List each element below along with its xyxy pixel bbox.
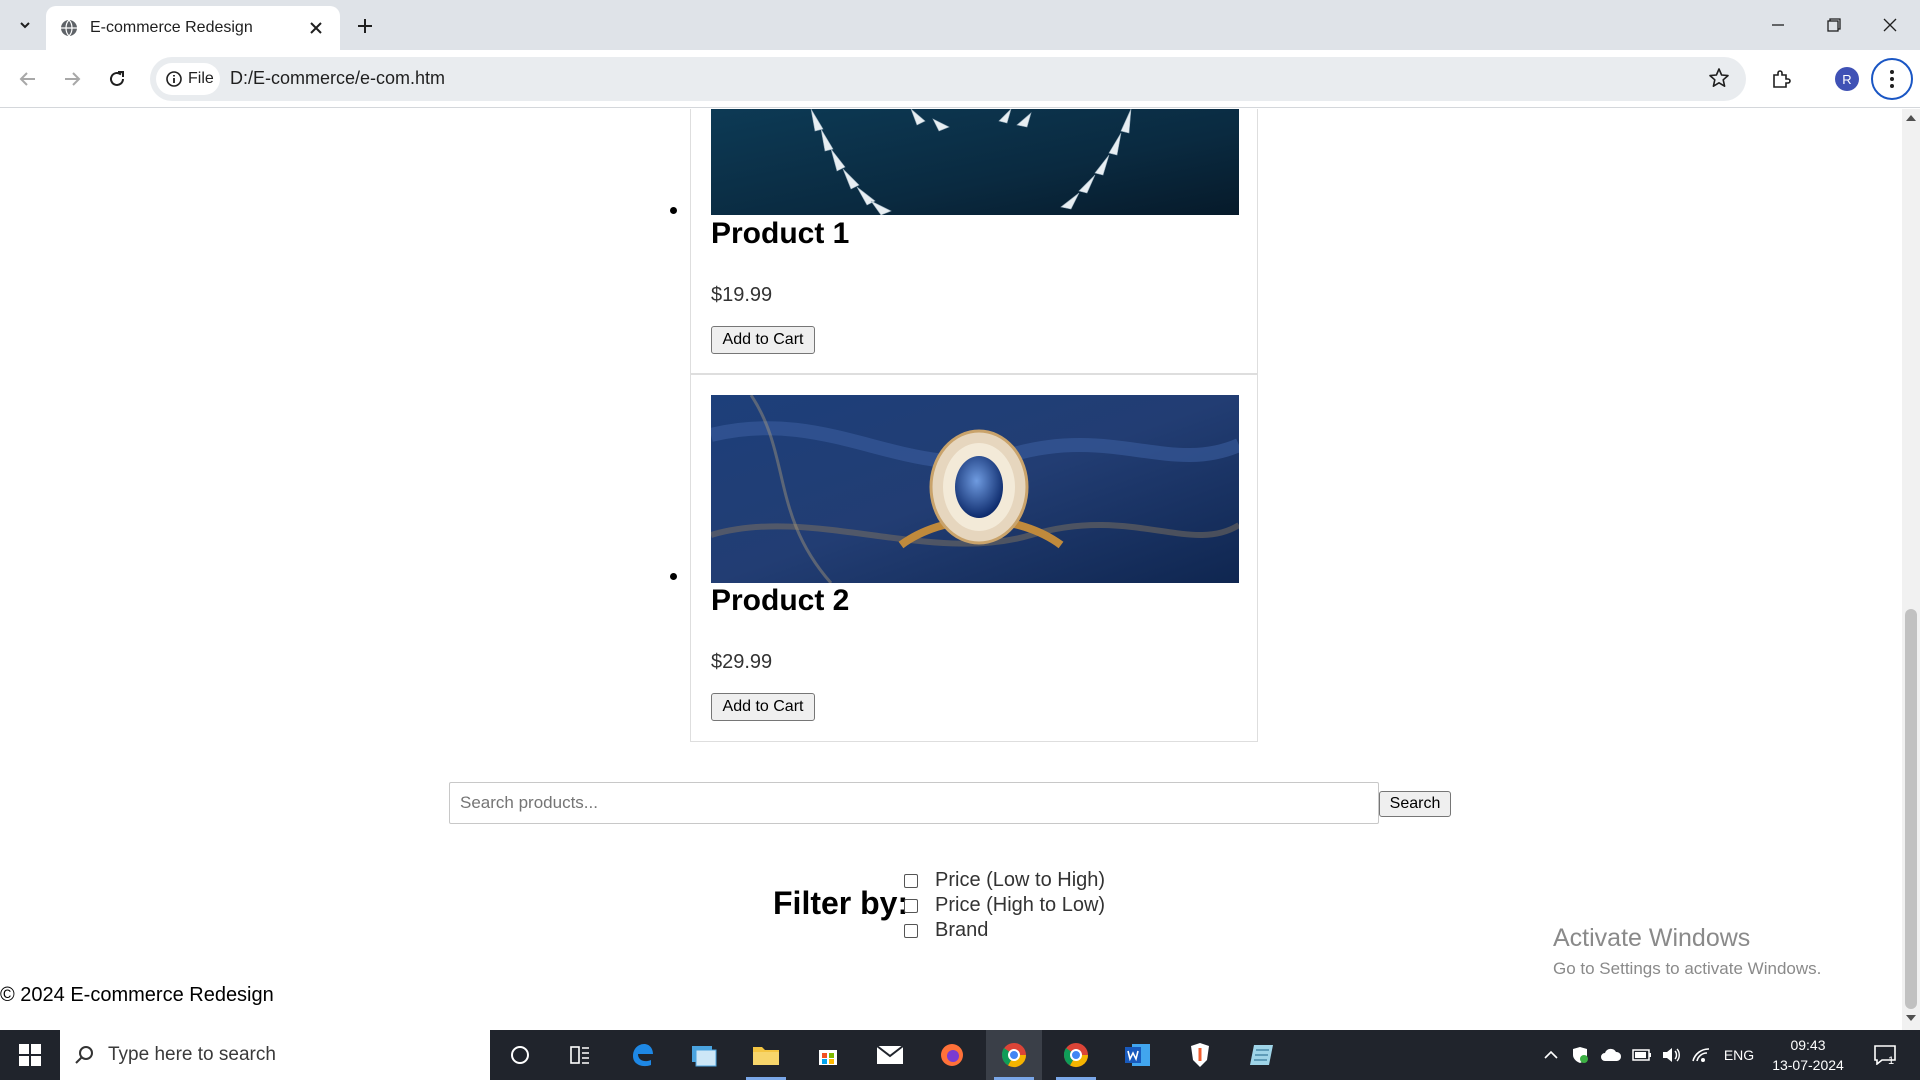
filter-option-label: Price (Low to High)	[935, 869, 1106, 891]
scrollbar-thumb[interactable]	[1905, 609, 1917, 1009]
show-hidden-icons-chevron-icon[interactable]	[1540, 1030, 1562, 1080]
taskbar-clock[interactable]: 09:43 13-07-2024	[1766, 1035, 1850, 1075]
product-card-2: Product 2 $29.99 Add to Cart	[690, 374, 1258, 742]
mail-icon[interactable]	[862, 1030, 918, 1080]
input-language[interactable]: ENG	[1718, 1030, 1760, 1080]
scroll-down-arrow-icon[interactable]	[1906, 1015, 1916, 1021]
clock-date: 13-07-2024	[1772, 1057, 1844, 1073]
close-window-icon[interactable]	[1862, 0, 1918, 50]
tab-bar: E-commerce Redesign	[0, 0, 1920, 50]
filter-option-label: Price (High to Low)	[935, 894, 1106, 916]
bookmark-star-icon[interactable]	[1708, 67, 1732, 91]
word-icon[interactable]	[1110, 1030, 1166, 1080]
filter-label: Filter by:	[773, 885, 909, 921]
checkbox[interactable]	[904, 873, 918, 888]
url-text[interactable]: D:/E-commerce/e-com.htm	[230, 68, 445, 89]
volume-icon[interactable]	[1658, 1030, 1684, 1080]
active-tab[interactable]: E-commerce Redesign	[46, 6, 340, 50]
firefox-icon[interactable]	[924, 1030, 980, 1080]
filter-option-label: Brand	[935, 919, 989, 941]
product-1-image	[711, 109, 1239, 215]
tab-title: E-commerce Redesign	[90, 19, 253, 36]
page-viewport: Product 1 $19.99 Add to Cart Product 2 $…	[0, 109, 1902, 1030]
address-bar[interactable]: File D:/E-commerce/e-com.htm	[150, 57, 1746, 101]
list-bullet	[670, 573, 677, 580]
notification-count: 1	[1887, 1055, 1895, 1067]
list-bullet	[670, 207, 677, 214]
search-input[interactable]	[449, 782, 1379, 824]
search-button[interactable]: Search	[1379, 791, 1451, 817]
product-2-image	[711, 395, 1239, 583]
chip-label: File	[188, 70, 214, 87]
activate-windows-watermark: Activate Windows Go to Settings to activ…	[1553, 924, 1821, 979]
taskbar-search-placeholder: Type here to search	[108, 1044, 276, 1065]
onedrive-cloud-icon[interactable]	[1598, 1030, 1624, 1080]
product-1-name: Product 1	[711, 217, 850, 250]
watermark-subtitle: Go to Settings to activate Windows.	[1553, 959, 1822, 978]
edge-browser-icon[interactable]	[614, 1030, 670, 1080]
scroll-up-arrow-icon[interactable]	[1906, 115, 1916, 121]
product-1-add-to-cart-button[interactable]: Add to Cart	[711, 326, 815, 354]
site-info-chip[interactable]: File	[156, 63, 220, 95]
clock-time: 09:43	[1790, 1037, 1826, 1053]
forward-arrow-icon[interactable]	[56, 63, 88, 95]
profile-avatar[interactable]: R	[1835, 67, 1859, 91]
browser-menu-icon[interactable]	[1871, 58, 1913, 100]
brave-shield-icon[interactable]	[1172, 1030, 1228, 1080]
task-view-icon[interactable]	[552, 1030, 608, 1080]
notifications-icon[interactable]: 1	[1862, 1030, 1906, 1080]
new-tab-icon[interactable]	[349, 10, 381, 42]
extensions-puzzle-icon[interactable]	[1765, 63, 1797, 95]
filter-option-price-low-high[interactable]: Price (Low to High)	[904, 869, 1105, 892]
microsoft-store-icon[interactable]	[800, 1030, 856, 1080]
reload-icon[interactable]	[101, 63, 133, 95]
file-explorer-icon[interactable]	[738, 1030, 794, 1080]
windows-start-icon[interactable]	[0, 1030, 60, 1080]
minimize-icon[interactable]	[1750, 0, 1806, 50]
chrome-icon-active[interactable]	[986, 1030, 1042, 1080]
product-card-1: Product 1 $19.99 Add to Cart	[690, 109, 1258, 374]
footer-copyright: © 2024 E-commerce Redesign	[0, 984, 274, 1006]
filter-option-price-high-low[interactable]: Price (High to Low)	[904, 894, 1105, 917]
info-icon	[166, 71, 182, 87]
product-2-name: Product 2	[711, 584, 850, 617]
restore-icon[interactable]	[1806, 0, 1862, 50]
photos-app-icon[interactable]	[676, 1030, 732, 1080]
notepad-app-icon[interactable]	[1234, 1030, 1290, 1080]
checkbox[interactable]	[904, 898, 918, 913]
search-icon	[75, 1046, 93, 1064]
product-2-price: $29.99	[711, 651, 773, 673]
battery-icon[interactable]	[1630, 1030, 1654, 1080]
tab-search-dropdown-icon[interactable]	[12, 12, 38, 38]
watermark-title: Activate Windows	[1553, 924, 1751, 952]
product-2-add-to-cart-button[interactable]: Add to Cart	[711, 693, 815, 721]
windows-taskbar: Type here to search ENG 09:43 13-07-2024…	[0, 1030, 1920, 1080]
taskbar-search-box[interactable]: Type here to search	[60, 1030, 490, 1080]
close-tab-icon[interactable]	[306, 18, 326, 38]
browser-toolbar: File D:/E-commerce/e-com.htm	[0, 50, 1920, 108]
back-arrow-icon[interactable]	[12, 63, 44, 95]
filter-option-brand[interactable]: Brand	[904, 919, 988, 942]
cortana-icon[interactable]	[492, 1030, 548, 1080]
security-shield-icon[interactable]	[1568, 1030, 1592, 1080]
product-1-price: $19.99	[711, 284, 773, 306]
checkbox[interactable]	[904, 923, 918, 938]
wifi-icon[interactable]	[1688, 1030, 1714, 1080]
globe-icon	[60, 19, 78, 37]
page-scrollbar[interactable]	[1902, 109, 1920, 1030]
chrome-profile-icon[interactable]	[1048, 1030, 1104, 1080]
